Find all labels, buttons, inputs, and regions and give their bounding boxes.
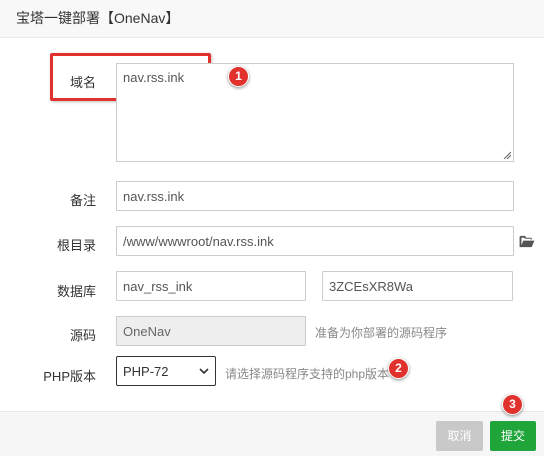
php-version-hint: 请选择源码程序支持的php版本: [225, 367, 390, 381]
source-label: 源码: [69, 328, 96, 343]
remark-label: 备注: [69, 193, 96, 208]
cancel-button[interactable]: 取消: [436, 421, 483, 451]
database-label: 数据库: [56, 284, 96, 299]
submit-button[interactable]: 提交: [490, 421, 536, 451]
resize-grip-icon[interactable]: [503, 151, 511, 159]
remark-input[interactable]: nav.rss.ink: [116, 181, 514, 211]
annotation-badge-3: 3: [502, 394, 523, 415]
folder-open-icon[interactable]: [519, 235, 535, 248]
source-hint: 准备为你部署的源码程序: [315, 326, 448, 340]
database-password-value: 3ZCEsXR8Wa: [329, 278, 414, 294]
remark-value: nav.rss.ink: [123, 188, 185, 204]
annotation-badge-1: 1: [228, 66, 249, 87]
root-value: /www/wwwroot/nav.rss.ink: [123, 233, 274, 249]
root-input[interactable]: /www/wwwroot/nav.rss.ink: [116, 226, 514, 256]
source-input: OneNav: [116, 316, 306, 346]
domain-textarea[interactable]: nav.rss.ink: [116, 63, 514, 162]
annotation-badge-2: 2: [388, 358, 409, 379]
php-label: PHP版本: [43, 369, 96, 384]
php-version-select[interactable]: PHP-72: [116, 356, 216, 386]
domain-value: nav.rss.ink: [123, 70, 185, 85]
database-password-input[interactable]: 3ZCEsXR8Wa: [322, 271, 513, 301]
php-version-value: PHP-72: [123, 363, 169, 379]
database-name-value: nav_rss_ink: [123, 278, 193, 294]
database-name-input[interactable]: nav_rss_ink: [116, 271, 306, 301]
root-label: 根目录: [56, 238, 96, 253]
chevron-down-icon: [199, 368, 209, 374]
dialog-title: 宝塔一键部署【OneNav】: [0, 0, 544, 38]
source-value: OneNav: [123, 323, 171, 339]
domain-label: 域名: [69, 75, 96, 90]
